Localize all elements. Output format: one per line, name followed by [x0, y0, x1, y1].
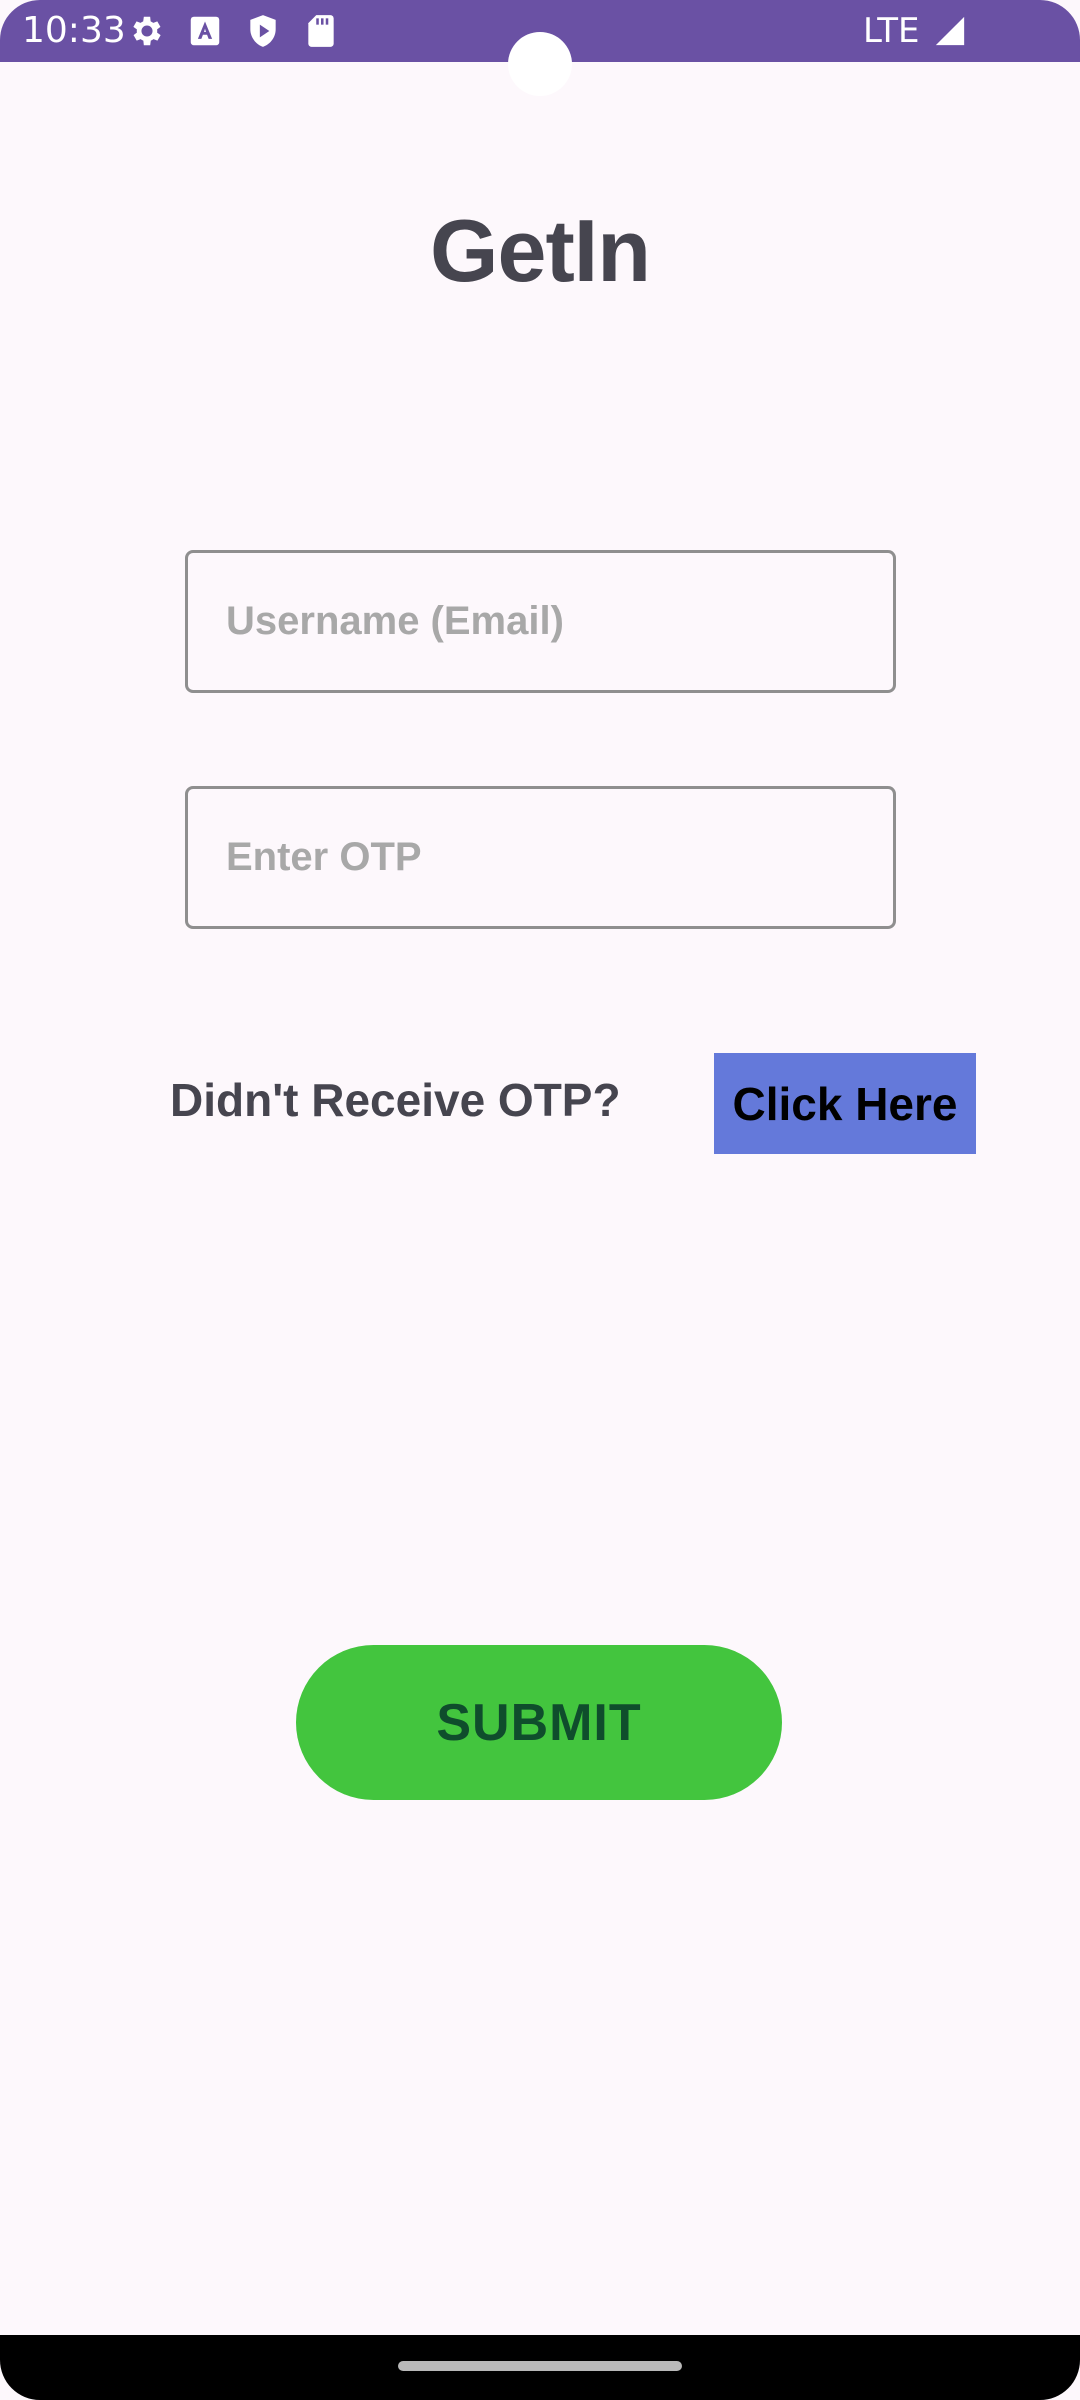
sd-card-icon	[308, 15, 334, 47]
network-type: LTE	[863, 11, 920, 51]
app-title: GetIn	[430, 201, 651, 300]
camera-cutout	[508, 32, 572, 96]
play-shield-icon	[250, 15, 276, 47]
resend-otp-label: Didn't Receive OTP?	[170, 1074, 621, 1126]
home-indicator[interactable]	[398, 2361, 682, 2371]
status-time: 10:33	[22, 10, 126, 51]
signal-icon	[935, 16, 965, 46]
submit-button[interactable]: SUBMIT	[296, 1645, 782, 1800]
login-screen: 10:33 LTE GetIn Didn't Receive OTP? Clic…	[0, 0, 1080, 2400]
otp-input[interactable]	[185, 786, 896, 929]
username-email-input[interactable]	[185, 550, 896, 693]
font-a-icon	[190, 16, 220, 46]
resend-otp-button[interactable]: Click Here	[714, 1053, 976, 1154]
settings-icon	[133, 16, 161, 46]
